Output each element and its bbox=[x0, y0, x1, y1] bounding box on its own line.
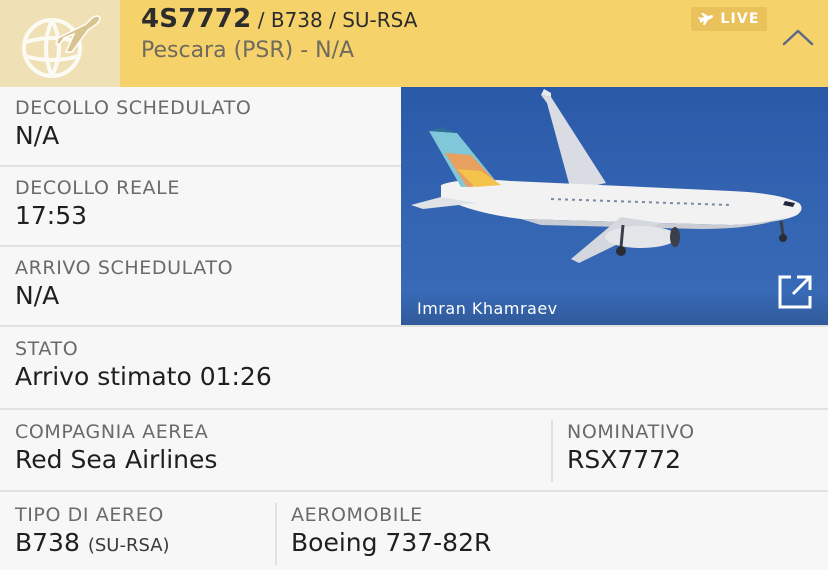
live-label: LIVE bbox=[720, 11, 760, 27]
callsign: NOMINATIVO RSX7772 bbox=[567, 421, 695, 474]
divider bbox=[0, 165, 401, 167]
airline: COMPAGNIA AEREA Red Sea Airlines bbox=[15, 421, 217, 474]
flight-aircraft-meta: / B738 / SU-RSA bbox=[251, 8, 418, 32]
divider bbox=[0, 490, 828, 492]
scheduled-arrival-value: N/A bbox=[15, 281, 60, 310]
aircraft-photo[interactable]: Imran Khamraev bbox=[401, 87, 828, 327]
aircraft-value: Boeing 737-82R bbox=[291, 528, 492, 557]
aircraft: AEROMOBILE Boeing 737-82R bbox=[291, 504, 491, 557]
external-link-icon bbox=[778, 275, 812, 309]
airline-label: COMPAGNIA AEREA bbox=[15, 421, 209, 443]
live-badge: LIVE bbox=[691, 7, 767, 31]
chevron-up-icon bbox=[782, 29, 814, 46]
photo-credit[interactable]: Imran Khamraev bbox=[417, 299, 558, 318]
flight-header: 4S7772 / B738 / SU-RSA Pescara (PSR) - N… bbox=[0, 0, 828, 87]
aircraft-type: TIPO DI AEREO B738 (SU-RSA) bbox=[15, 504, 170, 557]
actual-departure-label: DECOLLO REALE bbox=[15, 177, 180, 199]
divider bbox=[275, 503, 277, 565]
callsign-value: RSX7772 bbox=[567, 445, 681, 474]
status-label: STATO bbox=[15, 338, 79, 360]
flight-route: Pescara (PSR) - N/A bbox=[141, 38, 355, 63]
aircraft-type-label: TIPO DI AEREO bbox=[15, 504, 164, 526]
scheduled-departure: DECOLLO SCHEDULATO N/A bbox=[15, 97, 251, 150]
actual-departure-value: 17:53 bbox=[15, 201, 88, 230]
scheduled-departure-value: N/A bbox=[15, 121, 60, 150]
aircraft-type-code: B738 bbox=[15, 528, 80, 557]
aircraft-type-value: B738 (SU-RSA) bbox=[15, 528, 170, 557]
divider bbox=[551, 420, 553, 482]
globe-plane-icon bbox=[22, 15, 101, 78]
flight-title: 4S7772 / B738 / SU-RSA bbox=[141, 4, 417, 34]
aircraft-label: AEROMOBILE bbox=[291, 504, 423, 526]
callsign-label: NOMINATIVO bbox=[567, 421, 695, 443]
flight-number: 4S7772 bbox=[141, 4, 252, 34]
collapse-button[interactable] bbox=[778, 22, 818, 54]
open-photo-button[interactable] bbox=[777, 274, 813, 310]
airline-logo bbox=[0, 0, 120, 87]
divider bbox=[0, 325, 828, 327]
scheduled-departure-label: DECOLLO SCHEDULATO bbox=[15, 97, 252, 119]
actual-departure: DECOLLO REALE 17:53 bbox=[15, 177, 180, 230]
aircraft-registration[interactable]: (SU-RSA) bbox=[88, 535, 170, 556]
flight-status: STATO Arrivo stimato 01:26 bbox=[15, 338, 272, 391]
scheduled-arrival-label: ARRIVO SCHEDULATO bbox=[15, 257, 234, 279]
divider bbox=[0, 245, 401, 247]
plane-icon bbox=[698, 13, 714, 25]
scheduled-arrival: ARRIVO SCHEDULATO N/A bbox=[15, 257, 233, 310]
divider bbox=[0, 408, 828, 410]
airline-value[interactable]: Red Sea Airlines bbox=[15, 445, 217, 474]
status-value: Arrivo stimato 01:26 bbox=[15, 362, 272, 391]
